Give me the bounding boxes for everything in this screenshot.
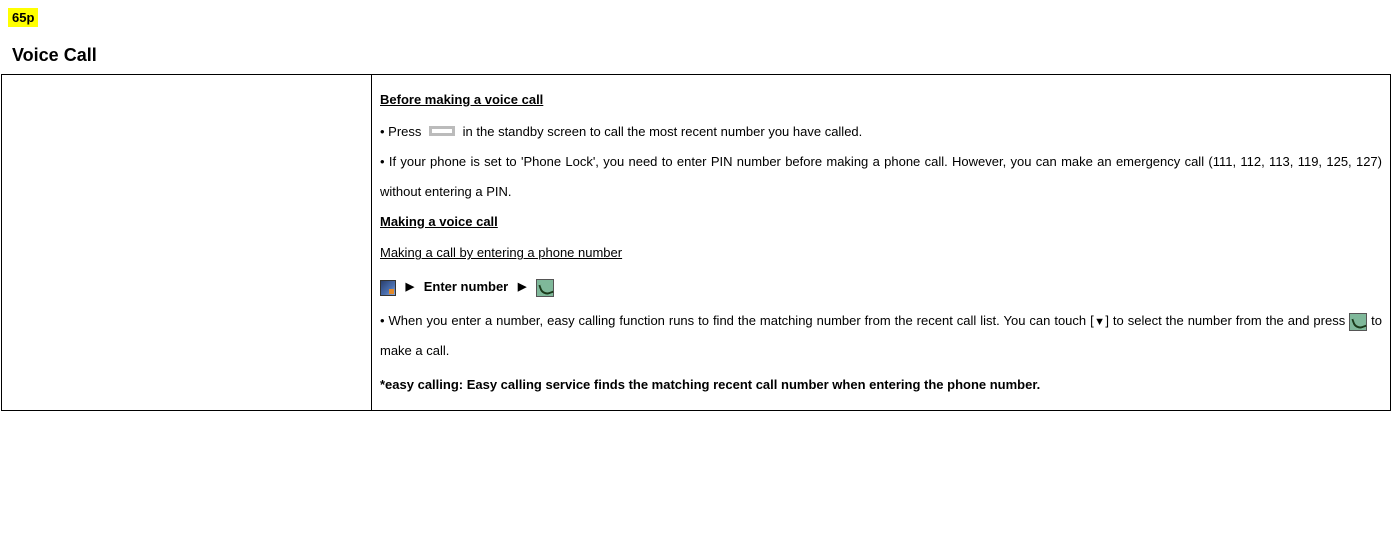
down-triangle-icon: ▼ (1094, 316, 1106, 328)
page-badge: 65p (8, 8, 38, 27)
footnote-easy-calling: *easy calling: Easy calling service find… (380, 370, 1382, 400)
bullet1-suffix: in the standby screen to call the most r… (463, 124, 863, 139)
content-table: Before making a voice call • Press in th… (1, 74, 1391, 411)
bullet3-prefix: • When you enter a number, easy calling … (380, 313, 1094, 328)
step-sequence: ▶ Enter number ▶ (380, 272, 1382, 302)
content-cell: Before making a voice call • Press in th… (372, 75, 1391, 411)
bullet1-prefix: • Press (380, 124, 421, 139)
section-header-before: Before making a voice call (380, 85, 543, 115)
arrow-icon: ▶ (518, 281, 526, 293)
page-title: Voice Call (12, 45, 1392, 66)
bullet-press-key: • Press in the standby screen to call th… (380, 117, 1382, 147)
key-button-icon (429, 126, 455, 136)
call-icon (536, 279, 554, 297)
arrow-icon: ▶ (406, 281, 414, 293)
bullet-phone-lock: • If your phone is set to 'Phone Lock', … (380, 147, 1382, 207)
bullet-easy-calling: • When you enter a number, easy calling … (380, 306, 1382, 366)
sub-header-entering: Making a call by entering a phone number (380, 238, 622, 268)
left-image-cell (2, 75, 372, 411)
section-header-making: Making a voice call (380, 207, 498, 237)
call-icon (1349, 313, 1367, 331)
bullet3-mid: ] to select the number from the and pres… (1105, 313, 1345, 328)
phone-app-icon (380, 280, 396, 296)
step-enter-number: Enter number (424, 279, 509, 294)
